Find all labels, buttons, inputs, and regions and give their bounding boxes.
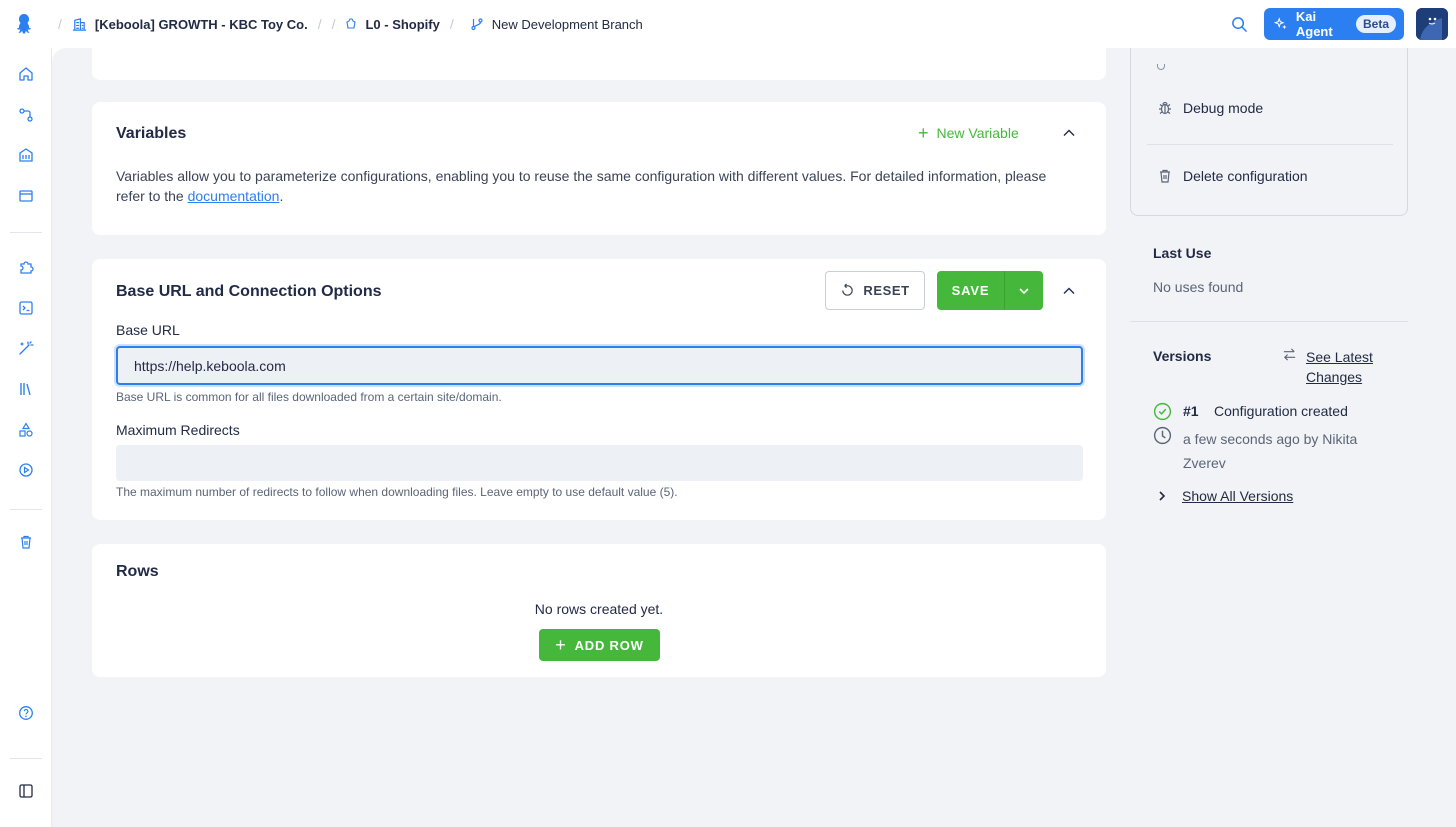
base-url-input[interactable]: https://help.keboola.com [116, 346, 1083, 385]
collapse-chevron-up-icon[interactable] [1062, 126, 1076, 143]
plus-icon: + [918, 123, 929, 143]
chevron-down-icon [1019, 287, 1029, 294]
trash-icon [1160, 169, 1170, 183]
check-circle-icon [1153, 402, 1172, 424]
last-use-text: No uses found [1153, 279, 1244, 295]
building-icon [72, 17, 87, 31]
rows-title: Rows [116, 563, 159, 580]
git-branch-icon [471, 18, 483, 31]
home-icon[interactable] [16, 64, 36, 84]
flows-icon[interactable] [16, 105, 36, 125]
help-icon[interactable] [16, 703, 36, 723]
menu-divider [1147, 144, 1393, 145]
storage-icon[interactable] [16, 145, 36, 165]
last-use-title: Last Use [1153, 245, 1212, 261]
breadcrumb-separator: / [58, 16, 62, 32]
version-time: a few seconds ago by Nikita Zverev [1183, 431, 1358, 471]
collapse-chevron-up-icon[interactable] [1062, 284, 1076, 301]
show-all-versions-link[interactable]: Show All Versions [1156, 488, 1293, 504]
base-url-label: Base URL [116, 322, 180, 338]
documentation-link[interactable]: documentation [188, 188, 280, 204]
breadcrumb-separator: / [331, 16, 336, 32]
search-icon[interactable] [1228, 13, 1250, 35]
main-content: Variables + New Variable Variables allow… [52, 48, 1456, 827]
components-icon[interactable] [16, 257, 36, 277]
version-number: #1 [1183, 403, 1199, 419]
plus-icon: + [555, 635, 567, 655]
sidebar-divider [10, 509, 42, 510]
config-actions-menu: Debug mode Delete configuration [1130, 48, 1408, 216]
see-latest-changes-link[interactable]: See Latest Changes [1306, 347, 1373, 387]
breadcrumb: / [Keboola] GROWTH - KBC Toy Co. / / L0 … [48, 0, 643, 48]
versions-title: Versions [1153, 348, 1212, 364]
library-icon[interactable] [16, 379, 36, 399]
breadcrumb-branch[interactable]: New Development Branch [470, 17, 643, 32]
panel-divider [1130, 321, 1408, 322]
previous-card [92, 48, 1106, 80]
magic-wand-icon[interactable] [16, 338, 36, 358]
shapes-icon[interactable] [16, 420, 36, 440]
reset-icon [842, 283, 854, 296]
version-description: Configuration created [1214, 403, 1348, 419]
breadcrumb-separator: / [449, 16, 454, 32]
rows-empty-text: No rows created yet. [534, 601, 664, 617]
keboola-logo[interactable] [0, 0, 48, 48]
breadcrumb-component[interactable]: L0 - Shopify [345, 17, 440, 32]
base-url-card: Base URL and Connection Options RESET SA… [92, 259, 1106, 520]
rows-card: Rows No rows created yet. + ADD ROW [92, 544, 1106, 677]
maximum-redirects-input[interactable] [116, 445, 1083, 481]
compare-arrows-icon [1282, 347, 1297, 365]
base-url-help: Base URL is common for all files downloa… [116, 390, 502, 404]
kai-agent-button[interactable]: Kai Agent Beta [1264, 8, 1404, 40]
save-options-dropdown[interactable] [1004, 271, 1043, 310]
variables-card: Variables + New Variable Variables allow… [92, 102, 1106, 235]
maximum-redirects-label: Maximum Redirects [116, 422, 240, 438]
reset-button[interactable]: RESET [825, 271, 925, 310]
avatar[interactable] [1416, 8, 1448, 40]
sidebar-toggle-icon[interactable] [16, 781, 36, 801]
chevron-right-icon [1159, 491, 1166, 501]
transformations-icon[interactable] [16, 298, 36, 318]
workspaces-icon[interactable] [16, 186, 36, 206]
top-bar: / [Keboola] GROWTH - KBC Toy Co. / / L0 … [0, 0, 1456, 48]
variables-description: Variables allow you to parameterize conf… [116, 168, 1047, 204]
breadcrumb-project[interactable]: [Keboola] GROWTH - KBC Toy Co. [72, 17, 308, 32]
clock-icon [1153, 426, 1172, 448]
sparkles-icon [1274, 17, 1287, 30]
bug-icon [1159, 101, 1171, 115]
variables-title: Variables [116, 125, 187, 142]
beta-badge: Beta [1355, 15, 1396, 33]
jobs-icon[interactable] [16, 460, 36, 480]
sidebar-divider [10, 232, 42, 233]
partial-icon [1157, 64, 1165, 70]
delete-configuration-item[interactable]: Delete configuration [1157, 168, 1308, 184]
shopify-icon [346, 18, 357, 29]
add-row-button[interactable]: + ADD ROW [539, 629, 660, 661]
sidebar [0, 48, 52, 827]
sidebar-divider [10, 758, 42, 759]
base-url-title: Base URL and Connection Options [116, 283, 382, 300]
trash-icon[interactable] [16, 532, 36, 552]
breadcrumb-separator: / [317, 16, 322, 32]
save-button[interactable]: SAVE [937, 271, 1004, 310]
debug-mode-item[interactable]: Debug mode [1157, 100, 1263, 116]
maximum-redirects-help: The maximum number of redirects to follo… [116, 485, 678, 499]
new-variable-button[interactable]: + New Variable [918, 123, 1019, 143]
